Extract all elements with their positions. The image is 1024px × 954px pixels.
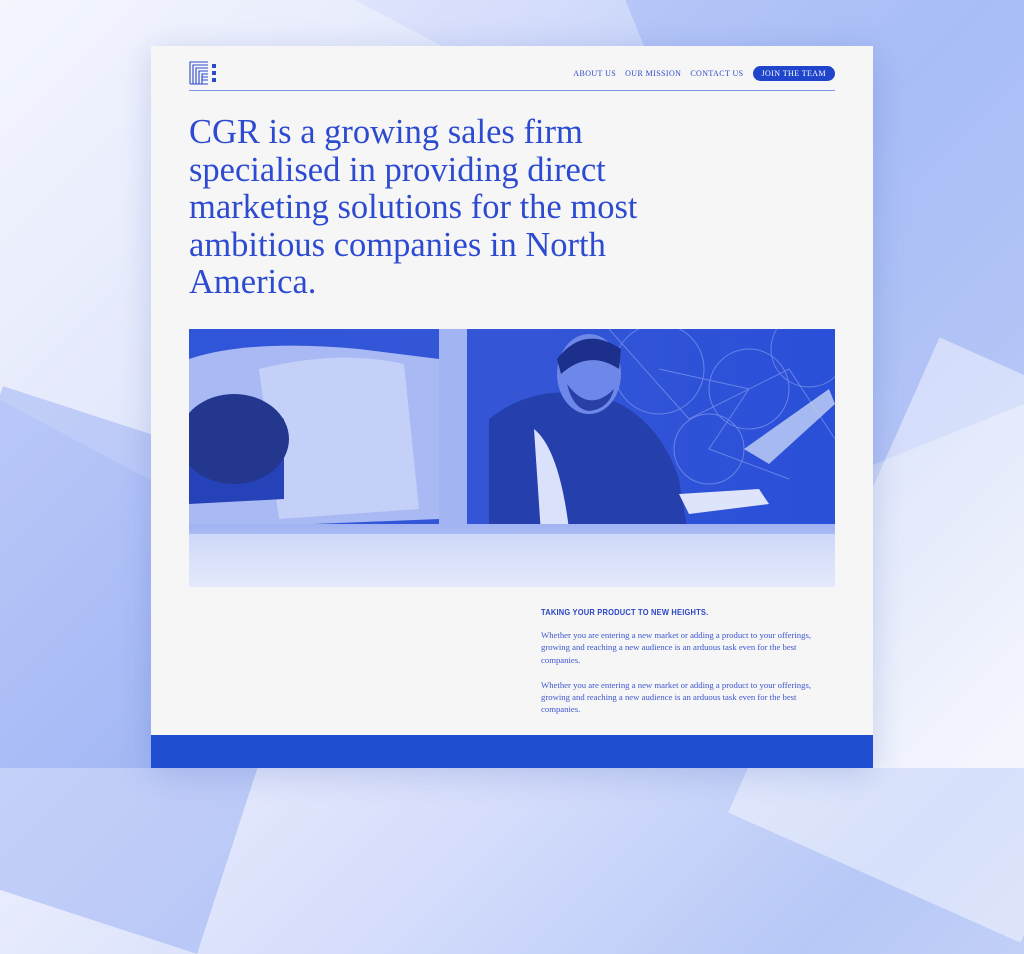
site-header: ABOUT US OUR MISSION CONTACT US JOIN THE…: [189, 56, 835, 90]
hero-heading: CGR is a growing sales firm specialised …: [189, 113, 638, 301]
header-divider: [189, 90, 835, 91]
section-paragraph: Whether you are entering a new market or…: [541, 679, 812, 715]
nav-contact-us[interactable]: CONTACT US: [690, 69, 743, 78]
team-meeting-photo: [189, 329, 835, 587]
intro-section: TAKING YOUR PRODUCT TO NEW HEIGHTS. Whet…: [541, 608, 836, 729]
nav-our-mission[interactable]: OUR MISSION: [625, 69, 681, 78]
footer-band: [151, 735, 873, 768]
nav-about-us[interactable]: ABOUT US: [573, 69, 616, 78]
section-title: TAKING YOUR PRODUCT TO NEW HEIGHTS.: [541, 607, 709, 618]
section-paragraph: Whether you are entering a new market or…: [541, 630, 812, 665]
website-page: ABOUT US OUR MISSION CONTACT US JOIN THE…: [151, 46, 873, 768]
main-nav: ABOUT US OUR MISSION CONTACT US JOIN THE…: [573, 65, 835, 81]
join-the-team-button[interactable]: JOIN THE TEAM: [752, 65, 835, 81]
cgr-logo-icon[interactable]: [189, 61, 219, 85]
